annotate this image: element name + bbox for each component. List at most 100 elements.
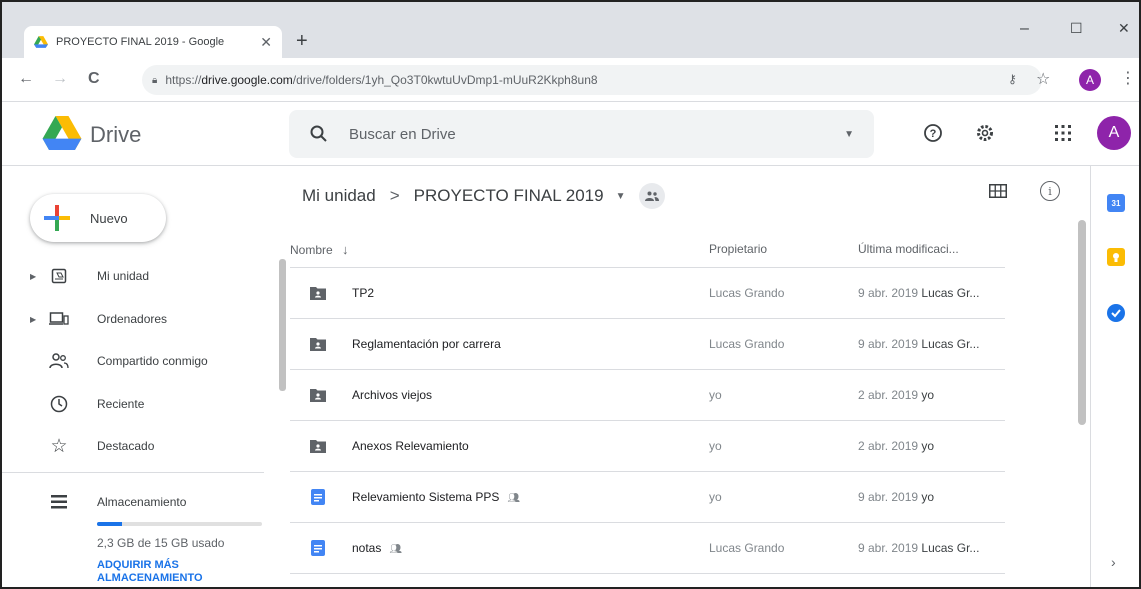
browser-tab[interactable]: PROYECTO FINAL 2019 - Google ✕: [24, 26, 282, 58]
search-bar[interactable]: Buscar en Drive ▼: [289, 110, 874, 158]
file-modified: 9 abr. 2019 Lucas Gr...: [858, 337, 980, 351]
file-owner: yo: [709, 490, 722, 504]
keep-icon[interactable]: [1107, 248, 1125, 266]
apps-grid-icon[interactable]: [1050, 120, 1076, 146]
file-row[interactable]: Archivos viejos yo 2 abr. 2019 yo: [290, 370, 1005, 421]
sidebar-item-shared-with-me[interactable]: Compartido conmigo: [2, 343, 272, 379]
sort-arrow-icon[interactable]: ↓: [342, 242, 349, 257]
settings-icon[interactable]: [972, 120, 998, 146]
address-bar-row: ← → C 🔒︎ https://drive.google.com/drive/…: [2, 58, 1139, 102]
info-icon[interactable]: i: [1040, 181, 1060, 201]
new-button-label: Nuevo: [90, 210, 128, 226]
browser-menu-icon[interactable]: ⋮: [1120, 68, 1136, 88]
sidebar-item-label: Mi unidad: [97, 269, 150, 283]
back-button[interactable]: ←: [18, 70, 34, 88]
key-icon[interactable]: ⚷: [1008, 72, 1017, 86]
file-name[interactable]: notas 👥︎: [352, 541, 402, 555]
file-owner: Lucas Grando: [709, 337, 785, 351]
drive-favicon-icon: [34, 36, 48, 48]
grid-view-icon[interactable]: [989, 184, 1007, 203]
file-row[interactable]: TP2 Lucas Grando 9 abr. 2019 Lucas Gr...: [290, 268, 1005, 319]
calendar-icon[interactable]: 31: [1107, 194, 1125, 212]
browser-profile-avatar[interactable]: A: [1079, 69, 1101, 91]
buy-storage-link[interactable]: ADQUIRIR MÁS ALMACENAMIENTO: [97, 559, 267, 585]
column-header-modified[interactable]: Última modificaci...: [858, 242, 959, 256]
breadcrumb: Mi unidad > PROYECTO FINAL 2019 ▼: [302, 179, 666, 213]
file-row[interactable]: notas 👥︎ Lucas Grando 9 abr. 2019 Lucas Gr.…: [290, 523, 1005, 574]
shared-with-me-icon: [48, 350, 70, 372]
file-name[interactable]: Archivos viejos: [352, 388, 432, 402]
tab-close-icon[interactable]: ✕: [260, 34, 272, 51]
file-name[interactable]: Relevamiento Sistema PPS 👥︎: [352, 490, 520, 504]
sidebar-item-starred[interactable]: ☆ Destacado: [2, 428, 272, 464]
shared-people-icon: 👥︎: [507, 493, 521, 504]
file-modified: 9 abr. 2019 Lucas Gr...: [858, 286, 980, 300]
expand-panel-chevron-icon[interactable]: ›: [1111, 554, 1116, 570]
star-icon: ☆: [50, 435, 68, 457]
drive-brand-title[interactable]: Drive: [90, 122, 141, 148]
file-row[interactable]: Reglamentación por carrera Lucas Grando 9 …: [290, 319, 1005, 370]
sidebar-scrollbar[interactable]: [279, 259, 286, 391]
file-owner: Lucas Grando: [709, 286, 785, 300]
file-row[interactable]: Anexos Relevamiento yo 2 abr. 2019 yo: [290, 421, 1005, 472]
new-tab-button[interactable]: +: [296, 30, 308, 52]
forward-button[interactable]: →: [52, 70, 68, 88]
search-icon[interactable]: [309, 124, 329, 144]
sidebar-item-label: Destacado: [97, 439, 155, 453]
url-bar[interactable]: 🔒︎ https://drive.google.com/drive/folder…: [142, 65, 1042, 95]
file-row[interactable]: Relevamiento Sistema PPS 👥︎ yo 9 abr. 2019 …: [290, 472, 1005, 523]
close-window-button[interactable]: ✕: [1118, 20, 1130, 37]
sidebar-item-recent[interactable]: Reciente: [2, 386, 272, 422]
google-doc-icon: [311, 540, 325, 556]
shared-folder-icon: [310, 389, 326, 402]
storage-usage-text: 2,3 GB de 15 GB usado: [97, 536, 225, 550]
breadcrumb-current-folder[interactable]: PROYECTO FINAL 2019: [414, 186, 604, 206]
file-name[interactable]: TP2: [352, 286, 374, 300]
sidebar-item-computers[interactable]: ▶ Ordenadores: [2, 301, 272, 337]
shared-folder-icon: [310, 338, 326, 351]
file-list-header: Nombre ↓ Propietario Última modificaci..…: [290, 230, 1005, 268]
drive-header: Drive Buscar en Drive ▼ ? A: [2, 102, 1139, 166]
sidebar-divider: [2, 472, 264, 473]
maximize-button[interactable]: ☐: [1070, 20, 1083, 37]
storage-icon: [48, 491, 70, 513]
side-panel: 31 ›: [1090, 166, 1139, 587]
tasks-icon[interactable]: [1107, 304, 1125, 322]
sidebar-item-storage[interactable]: Almacenamiento: [2, 484, 272, 520]
search-input[interactable]: Buscar en Drive: [349, 126, 844, 143]
computers-icon: [48, 308, 70, 330]
file-name[interactable]: Anexos Relevamiento: [352, 439, 469, 453]
help-icon[interactable]: ?: [920, 120, 946, 146]
sidebar-item-label: Ordenadores: [97, 312, 168, 326]
reload-button[interactable]: C: [88, 70, 100, 88]
sidebar-item-label: Reciente: [97, 397, 145, 411]
new-button[interactable]: Nuevo: [30, 194, 166, 242]
sidebar-item-label: Almacenamiento: [97, 495, 187, 509]
google-doc-icon: [311, 489, 325, 505]
svg-text:?: ?: [930, 128, 937, 140]
search-options-dropdown-icon[interactable]: ▼: [844, 129, 854, 140]
file-owner: Lucas Grando: [709, 541, 785, 555]
shared-folder-people-icon[interactable]: [639, 183, 666, 209]
file-modified: 9 abr. 2019 Lucas Gr...: [858, 541, 980, 555]
account-avatar[interactable]: A: [1097, 116, 1131, 150]
drive-logo-icon[interactable]: [42, 116, 82, 150]
shared-people-icon: 👥︎: [389, 544, 403, 555]
expand-arrow-icon[interactable]: ▶: [30, 272, 36, 281]
minimize-button[interactable]: –: [1020, 20, 1029, 38]
file-owner: yo: [709, 439, 722, 453]
shared-folder-icon: [310, 287, 326, 300]
lock-icon: 🔒︎: [152, 74, 158, 86]
column-header-owner[interactable]: Propietario: [709, 242, 767, 256]
column-header-name[interactable]: Nombre ↓: [290, 242, 349, 257]
expand-arrow-icon[interactable]: ▶: [30, 315, 36, 324]
file-list-scrollbar[interactable]: [1078, 220, 1086, 425]
breadcrumb-root[interactable]: Mi unidad: [302, 186, 376, 206]
my-drive-icon: [48, 265, 70, 287]
sidebar-item-my-drive[interactable]: ▶ Mi unidad: [2, 258, 272, 294]
storage-usage-fill: [97, 522, 123, 526]
folder-menu-dropdown-icon[interactable]: ▼: [616, 191, 626, 202]
bookmark-star-icon[interactable]: ☆: [1036, 69, 1050, 89]
file-name[interactable]: Reglamentación por carrera: [352, 337, 501, 351]
storage-usage-bar: [97, 522, 262, 526]
